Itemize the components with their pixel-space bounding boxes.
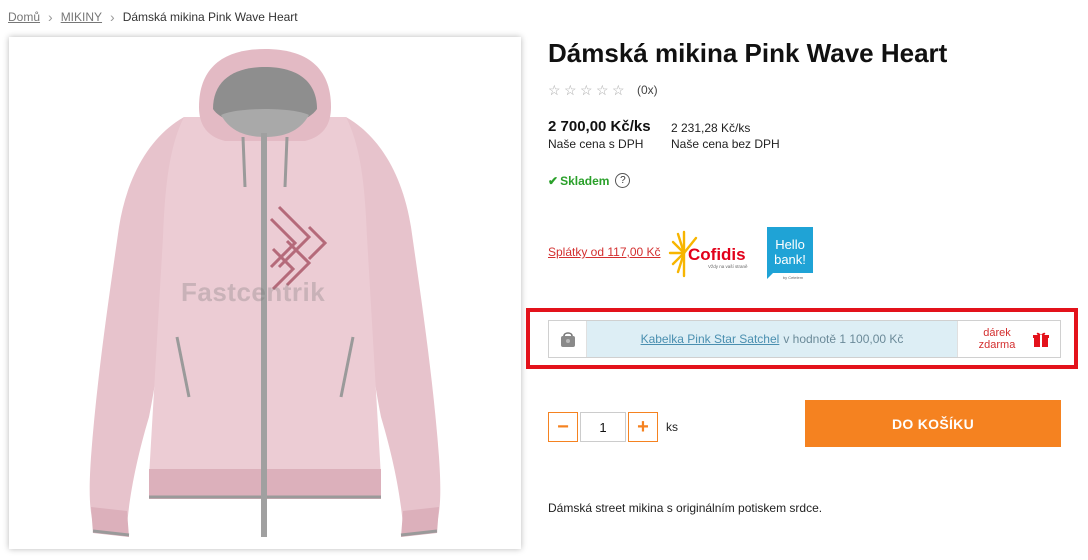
star-empty-icon[interactable]: ☆	[548, 82, 562, 98]
quantity-stepper: − + ks	[548, 412, 678, 442]
stock-label: Skladem	[560, 173, 610, 188]
help-icon[interactable]: ?	[615, 173, 631, 188]
gift-info: Kabelka Pink Star Satchel v hodnotě 1 10…	[587, 321, 957, 357]
price-with-vat-label: Naše cena s DPH	[548, 137, 644, 151]
quantity-increase-button[interactable]: +	[628, 412, 658, 442]
price-with-vat: 2 700,00 Kč/ks Naše cena s DPH	[548, 118, 651, 151]
gift-product-link[interactable]: Kabelka Pink Star Satchel	[641, 332, 780, 346]
handbag-thumbnail[interactable]	[549, 321, 587, 357]
gift-icon	[1033, 332, 1049, 347]
quantity-unit: ks	[666, 420, 678, 434]
star-empty-icon[interactable]: ☆	[580, 82, 594, 98]
product-rating[interactable]: ☆ ☆ ☆ ☆ ☆ (0x)	[548, 82, 658, 98]
rating-stars[interactable]: ☆ ☆ ☆ ☆ ☆	[548, 82, 626, 98]
product-short-description: Dámská street mikina s originálním potis…	[548, 501, 823, 515]
gift-value: v hodnotě 1 100,00 Kč	[783, 332, 904, 346]
chevron-right-icon: ›	[48, 9, 53, 25]
installments-link[interactable]: Splátky od 117,00 Kč	[548, 245, 661, 259]
hellobank-line1: Hello	[775, 237, 805, 252]
add-to-cart-button[interactable]: DO KOŠÍKU	[805, 400, 1061, 447]
rating-count: (0x)	[637, 83, 658, 97]
product-title: Dámská mikina Pink Wave Heart	[548, 38, 948, 68]
star-empty-icon[interactable]: ☆	[596, 82, 610, 98]
hellobank-line2: bank!	[774, 252, 806, 267]
gift-free: dárek zdarma	[957, 321, 1060, 357]
quantity-decrease-button[interactable]: −	[548, 412, 578, 442]
star-empty-icon[interactable]: ☆	[564, 82, 578, 98]
gift-free-label: dárek zdarma	[978, 327, 1016, 351]
breadcrumb: Domů › MIKINY › Dámská mikina Pink Wave …	[8, 10, 298, 24]
price-without-vat-value: 2 231,28 Kč/ks	[671, 121, 751, 135]
cofidis-brand: Cofidis	[688, 245, 746, 264]
handbag-icon	[560, 332, 575, 347]
breadcrumb-home-link[interactable]: Domů	[8, 10, 40, 24]
price-with-vat-value: 2 700,00 Kč/ks	[548, 118, 651, 135]
breadcrumb-current: Dámská mikina Pink Wave Heart	[122, 10, 298, 24]
breadcrumb-category-link[interactable]: MIKINY	[61, 10, 102, 24]
cofidis-logo[interactable]: Cofidis Vždy na vaší straně	[668, 226, 750, 280]
hellobank-sub: by Cetelem	[783, 275, 804, 280]
price-without-vat-label: Naše cena bez DPH	[671, 137, 780, 151]
gift-offer: Kabelka Pink Star Satchel v hodnotě 1 10…	[548, 320, 1061, 358]
hellobank-logo[interactable]: Hello bank! by Cetelem	[765, 227, 815, 281]
cofidis-tagline: Vždy na vaší straně	[708, 264, 748, 269]
price-without-vat: 2 231,28 Kč/ks Naše cena bez DPH	[671, 121, 780, 151]
star-empty-icon[interactable]: ☆	[612, 82, 626, 98]
image-watermark: Fastcentrik	[181, 277, 326, 307]
product-image[interactable]: Fastcentrik	[9, 37, 521, 549]
checkmark-icon: ✔	[548, 173, 559, 188]
chevron-right-icon: ›	[110, 9, 115, 25]
quantity-input[interactable]	[580, 412, 626, 442]
stock-status: ✔ Skladem ?	[548, 173, 631, 188]
